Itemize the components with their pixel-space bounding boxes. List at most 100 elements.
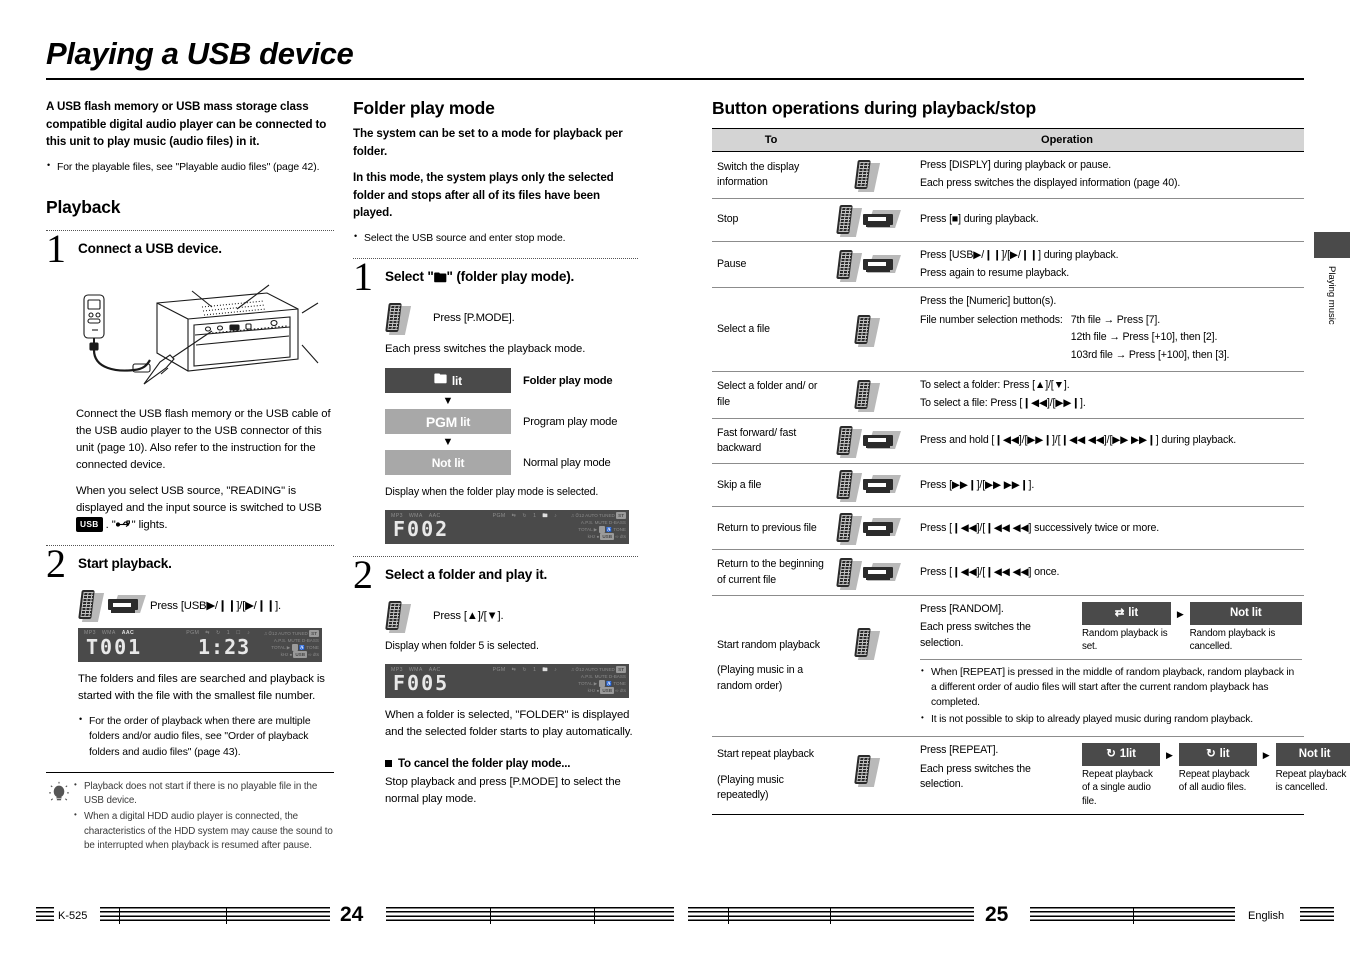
remote-control-icon: [836, 249, 863, 282]
lightbulb-icon: [49, 781, 69, 801]
row-label: Start repeat playback (Playing music rep…: [712, 736, 830, 815]
operation-text: Press [▶▶❙]/[▶▶ ▶▶❙].: [920, 478, 1302, 493]
operation-icons: [836, 557, 912, 590]
table-row: Switch the display information Press [DI…: [712, 151, 1304, 199]
folder-play-lead-1: The system can be set to a mode for play…: [353, 127, 623, 158]
lcd-right-indicators: ♫ ⏱12 AUTO TUNED ST A.P.S. MUTE D-BASS T…: [263, 630, 319, 659]
lcd-display-f005: MP3 WMA AAC PGM ⇆ ↻ 1 🖿 ♪ F005 ♫ ⏱12 AUT…: [385, 663, 629, 698]
staff-bar: [728, 907, 730, 924]
repeat-icon: ↻: [1106, 748, 1116, 761]
lcd-main-text: F005: [393, 670, 450, 695]
step-heading-prefix: Select ": [385, 269, 434, 285]
remote-control-icon: [836, 513, 863, 546]
step-heading: Select a folder and play it.: [385, 566, 548, 582]
lcd-indicator-pgm: PGM: [492, 667, 506, 674]
main-unit-icon: [863, 562, 901, 584]
table-body: Switch the display information Press [DI…: [712, 151, 1350, 815]
remote-control-icon: [836, 204, 863, 237]
usb-symbol-icon: [115, 519, 130, 527]
section-operations-heading: Button operations during playback/stop: [712, 98, 1036, 118]
lcd-repeat-icon: ↻: [522, 667, 528, 674]
operation-text: Press [USB▶/❙❙]/[▶/❙❙] during playback. …: [920, 248, 1302, 282]
row-operation: To select a folder: Press [▲]/[▼]. To se…: [830, 371, 1304, 419]
folder-step-1-note: Each press switches the playback mode.: [385, 343, 586, 356]
state-random-lit: ⇄ lit Random playback is set.: [1082, 602, 1171, 653]
operation-line: Press and hold [❙◀◀]/[▶▶❙]/[❙◀◀ ◀◀]/[▶▶ …: [920, 434, 1237, 447]
folder-icon: 🖿: [434, 370, 447, 386]
step-2-para: The folders and files are searched and p…: [78, 673, 325, 703]
table-row: Select a folder and/ or file To select a…: [712, 371, 1304, 419]
lcd-right-indicators: ♫ ⏱12 AUTO TUNED ST A.P.S. MUTE D-BASS T…: [570, 511, 626, 540]
row-label: Pause: [712, 241, 830, 289]
state-caption: Repeat playback is cancelled.: [1275, 769, 1347, 794]
state-repeat-all: ↻ lit Repeat playback of all audio files…: [1178, 743, 1257, 794]
operation-text: Press [DISPLY] during playback or pause.…: [920, 158, 1302, 192]
state-box: Not lit: [1189, 602, 1302, 626]
lcd-repeat-icon: ↻: [522, 513, 528, 520]
mode-row: 🖿 lit Folder play mode: [385, 368, 638, 394]
operation-icons: [836, 743, 912, 788]
operation-text: To select a folder: Press [▲]/[▼]. To se…: [920, 378, 1302, 412]
page-footer: K-525 24 25 English: [0, 896, 1350, 936]
operation-line: Press [DISPLY] during playback or pause.: [920, 159, 1112, 171]
staff-bar: [1133, 907, 1135, 924]
note-item: When [REPEAT] is pressed in the middle o…: [920, 665, 1302, 711]
arrow-right-icon: ▶: [1262, 750, 1270, 761]
usb-device-diagram: [83, 284, 319, 385]
state-box: Not lit: [1275, 743, 1350, 767]
operation-text: Press [■] during playback.: [920, 212, 1302, 227]
table-row: Fast forward/ fast backward Press and ho…: [712, 418, 1304, 465]
arrow-down-icon: ▼: [442, 436, 454, 449]
folder-step-1-body: Press [P.MODE]. Each press switches the …: [385, 303, 638, 544]
folder-step-2: 2 Select a folder and play it.: [353, 554, 638, 594]
column-left: A USB flash memory or USB mass storage c…: [46, 98, 334, 855]
operation-icons: [836, 602, 912, 661]
remote-control-icon: [836, 470, 863, 503]
operation-line: Press [■] during playback.: [920, 213, 1039, 226]
play-mode-sequence: 🖿 lit Folder play mode ▼ PGM lit Program…: [385, 368, 638, 476]
cancel-folder-body: Stop playback and press [P.MODE] to sele…: [385, 775, 621, 805]
row-label: Start random playback (Playing music in …: [712, 595, 830, 738]
main-unit-icon: [863, 517, 901, 539]
row-label-sub: (Playing music repeatedly): [717, 773, 784, 802]
step-heading: Start playback.: [78, 556, 172, 572]
operation-line: Press [❙◀◀]/[❙◀◀ ◀◀] once.: [920, 565, 1060, 578]
row-label-main: Start repeat playback: [717, 748, 814, 761]
table-row: Skip a file Press [▶▶❙]/[▶▶ ▶▶❙].: [712, 463, 1304, 508]
operation-text: Press [REPEAT]. Each press switches the …: [920, 743, 1350, 808]
press-instruction: Press [▲]/[▼].: [385, 600, 638, 633]
tip-box: Playback does not start if there is no p…: [46, 771, 334, 854]
row-operation: Press [DISPLY] during playback or pause.…: [830, 151, 1304, 199]
tip-item: Playback does not start if there is no p…: [74, 779, 334, 809]
lcd-one-icon: 1: [533, 513, 537, 520]
model-number: K-525: [58, 910, 88, 922]
remote-control-icon: [854, 314, 881, 347]
row-operation: Press [▶▶❙]/[▶▶ ▶▶❙].: [830, 463, 1304, 508]
row-operation: Press [❙◀◀]/[❙◀◀ ◀◀] once.: [830, 549, 1304, 597]
step-2-bullets: For the order of playback when there are…: [78, 713, 334, 759]
row-label-sub: (Playing music in a random order): [717, 664, 804, 692]
state-caption: Repeat playback of a single audio file.: [1082, 769, 1153, 807]
operation-line: Each press switches the selection.: [920, 762, 1031, 790]
table-row: Return to the beginning of current file …: [712, 549, 1304, 597]
row-operation: Press [REPEAT]. Each press switches the …: [830, 736, 1350, 815]
operation-line: Press [▶▶❙]/[▶▶ ▶▶❙].: [920, 478, 1035, 491]
side-tab-label: Playing music: [1326, 266, 1337, 325]
operation-icons: [836, 314, 912, 347]
step-1-para-2-tail: " lights.: [131, 518, 168, 531]
operation-text: Press [❙◀◀]/[❙◀◀ ◀◀] successively twice …: [920, 521, 1302, 536]
section-folder-play-heading: Folder play mode: [353, 98, 495, 118]
lcd-main-text: F002: [393, 516, 450, 541]
remote-control-icon: [78, 590, 105, 623]
mode-caption: Normal play mode: [523, 456, 611, 469]
press-label: Press [USB▶/❙❙]/[▶/❙❙].: [150, 599, 281, 612]
lcd-display-playback: MP3 WMA AAC PGM ⇆ ↻ 1 ☐ ♪ T001 1:23 ♫ ⏱1…: [78, 628, 322, 663]
state-box: ↻ lit: [1178, 743, 1257, 767]
row-label-main: Start random playback: [717, 639, 820, 652]
staff-bar: [490, 907, 492, 924]
operation-icons: [836, 204, 912, 237]
list-item: For the playable files, see "Playable au…: [46, 159, 334, 175]
remote-control-icon: [836, 425, 863, 458]
state-caption: Repeat playback of all audio files.: [1178, 769, 1250, 794]
file-method-item: 7th file → Press [7].: [1070, 313, 1161, 326]
